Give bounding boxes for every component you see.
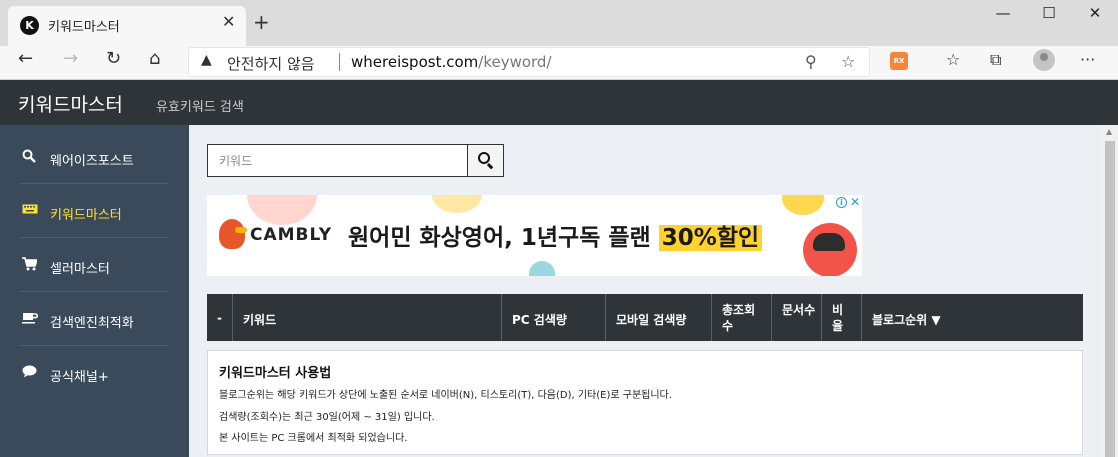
url-path: /keyword/	[478, 53, 552, 71]
col-keyword[interactable]: 키워드	[233, 294, 502, 341]
forward-button[interactable]: →	[63, 48, 78, 69]
profile-avatar[interactable]	[1033, 49, 1055, 71]
col-mobile-volume[interactable]: 모바일 검색량	[606, 294, 712, 341]
col-ratio[interactable]: 비율	[822, 294, 862, 341]
site-subtitle: 유효키워드 검색	[156, 100, 244, 115]
ad-brand: CAMBLY	[250, 225, 333, 245]
usage-line: 검색량(조회수)는 최근 30일(어제 ~ 31일) 입니다.	[219, 412, 435, 423]
ad-headline-text: 원어민 화상영어, 1년구독 플랜	[348, 225, 659, 251]
tab-close-icon[interactable]: ✕	[222, 12, 235, 31]
security-status[interactable]: 안전하지 않음	[227, 53, 315, 74]
address-bar[interactable]: ▲ 안전하지 않음 whereispost.com/keyword/ ⚲ ☆	[188, 47, 870, 77]
search-icon	[478, 152, 490, 164]
search-button[interactable]	[467, 144, 504, 177]
more-menu-icon[interactable]: ···	[1080, 50, 1095, 69]
coffee-icon	[22, 311, 39, 328]
col-total-views[interactable]: 총조회수	[712, 294, 772, 341]
back-button[interactable]: ←	[18, 48, 33, 69]
new-tab-button[interactable]: +	[253, 10, 270, 34]
info-icon[interactable]: i	[836, 197, 847, 208]
sidebar-item-whereispost[interactable]: 웨어이즈포스트	[0, 130, 189, 184]
collections-icon[interactable]: ⧉	[990, 50, 1001, 70]
col-doc-count[interactable]: 문서수	[772, 294, 822, 341]
browser-tab[interactable]: K 키워드마스터 ✕	[8, 6, 246, 46]
usage-line: 본 사이트는 PC 크롬에서 최적화 되었습니다.	[219, 433, 408, 444]
ad-headline: 원어민 화상영어, 1년구독 플랜 30%할인	[348, 218, 763, 252]
ad-headline-highlight: 30%할인	[658, 225, 763, 251]
close-icon[interactable]: ✕	[850, 195, 860, 209]
sidebar: 웨어이즈포스트 키워드마스터 셀러마스터 검색엔진최적화 공식채널+	[0, 125, 189, 457]
zoom-icon[interactable]: ⚲	[805, 52, 817, 71]
col-index: -	[207, 294, 233, 341]
keyboard-icon	[22, 203, 38, 219]
usage-line: 블로그순위는 해당 키워드가 상단에 노출된 순서로 네이버(N), 티스토리(…	[219, 390, 672, 401]
tab-title: 키워드마스터	[48, 20, 120, 35]
home-button[interactable]: ⌂	[149, 48, 160, 69]
address-divider	[339, 53, 340, 71]
maximize-button[interactable]: ☐	[1026, 4, 1072, 22]
sidebar-item-label: 검색엔진최적화	[50, 316, 134, 331]
extension-icon[interactable]: RX	[890, 52, 908, 70]
search-icon	[22, 149, 36, 167]
keyword-search-input[interactable]	[207, 144, 468, 177]
ad-decoration	[782, 195, 824, 215]
main-content: CAMBLY 원어민 화상영어, 1년구독 플랜 30%할인 i ✕ - 키워드…	[189, 125, 1102, 457]
sidebar-item-label: 셀러마스터	[50, 262, 110, 277]
browser-toolbar: ← → ↻ ⌂ ▲ 안전하지 않음 whereispost.com/keywor…	[0, 46, 1118, 80]
favorite-star-icon[interactable]: ☆	[841, 52, 855, 71]
favorites-list-icon[interactable]: ☆	[946, 50, 960, 69]
site-brand[interactable]: 키워드마스터	[18, 90, 123, 117]
usage-guide: 키워드마스터 사용법 블로그순위는 해당 키워드가 상단에 노출된 순서로 네이…	[207, 350, 1083, 455]
sidebar-item-official-channel[interactable]: 공식채널+	[0, 346, 189, 400]
cart-icon	[22, 257, 39, 275]
url-host: whereispost.com	[351, 53, 479, 71]
ad-decoration	[432, 195, 482, 213]
page-scrollbar[interactable]: ▲	[1102, 125, 1118, 457]
sidebar-item-sellermaster[interactable]: 셀러마스터	[0, 238, 189, 292]
cambly-logo-icon	[219, 219, 247, 249]
warning-triangle-icon[interactable]: ▲	[201, 52, 212, 68]
site-favicon-icon: K	[20, 16, 39, 35]
ad-hero-image	[803, 223, 857, 276]
chat-icon	[22, 365, 37, 382]
col-blog-rank[interactable]: 블로그순위 ▼	[862, 294, 1083, 341]
sidebar-item-label: 웨어이즈포스트	[50, 154, 134, 169]
minimize-button[interactable]: —	[980, 4, 1026, 22]
scrollbar-thumb[interactable]	[1105, 141, 1115, 457]
sidebar-item-label: 공식채널+	[50, 370, 109, 385]
usage-title: 키워드마스터 사용법	[219, 366, 332, 381]
site-header: 키워드마스터 유효키워드 검색	[0, 80, 1118, 125]
sidebar-item-label: 키워드마스터	[50, 208, 122, 223]
ad-decoration	[247, 195, 317, 225]
reload-button[interactable]: ↻	[106, 48, 121, 69]
ad-decoration	[529, 261, 555, 276]
sidebar-item-keywordmaster[interactable]: 키워드마스터	[0, 184, 189, 238]
ad-banner[interactable]: CAMBLY 원어민 화상영어, 1년구독 플랜 30%할인 i ✕	[207, 195, 862, 276]
adchoices-icon[interactable]: i ✕	[835, 195, 861, 211]
keyword-table-header: - 키워드 PC 검색량 모바일 검색량 총조회수 문서수 비율 블로그순위 ▼	[207, 294, 1083, 341]
window-close-button[interactable]: ✕	[1072, 4, 1118, 22]
browser-tabstrip: K 키워드마스터 ✕ + — ☐ ✕	[0, 0, 1118, 46]
sidebar-item-seo[interactable]: 검색엔진최적화	[0, 292, 189, 346]
scroll-up-icon[interactable]: ▲	[1106, 127, 1112, 136]
col-pc-volume[interactable]: PC 검색량	[502, 294, 606, 341]
url-text[interactable]: whereispost.com/keyword/	[351, 53, 552, 71]
